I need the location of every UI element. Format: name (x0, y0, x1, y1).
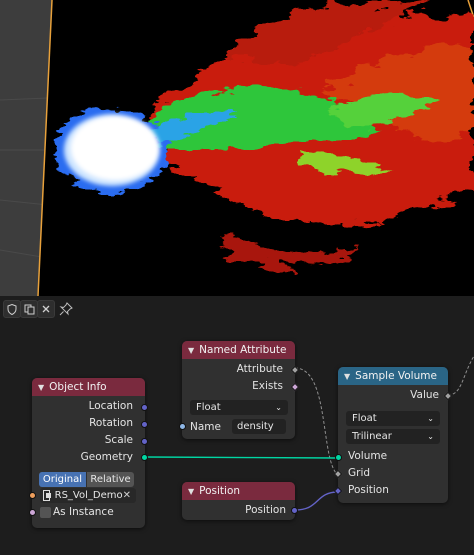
output-position-label: Position (245, 504, 286, 516)
dropdown-value: Trilinear (352, 431, 392, 442)
volume-render (0, 0, 474, 296)
node-title: Named Attribute (199, 344, 287, 356)
output-exists-label: Exists (252, 380, 283, 392)
dropdown-value: Float (196, 402, 221, 413)
node-header[interactable]: ▼ Sample Volume (338, 367, 448, 385)
object-field[interactable]: RS_Vol_Demo ✕ (40, 488, 136, 503)
position-node[interactable]: ▼ Position Position (182, 482, 298, 520)
data-type-dropdown[interactable]: Float ⌄ (190, 400, 288, 415)
geometry-node-editor[interactable]: ▼ Named Attribute Attribute Exists Float… (0, 296, 474, 555)
chevron-down-icon: ⌄ (427, 414, 434, 423)
input-position-label: Position (348, 484, 389, 496)
geometry-socket[interactable] (141, 454, 148, 461)
sample-volume-node[interactable]: ▼ Sample Volume Value Float ⌄ Trilinear … (333, 367, 453, 503)
link-attribute-grid (294, 367, 339, 476)
data-type-dropdown[interactable]: Float ⌄ (346, 411, 440, 426)
scale-socket[interactable] (141, 438, 148, 445)
chevron-down-icon[interactable]: ▼ (188, 346, 194, 355)
output-value-label: Value (410, 389, 439, 401)
output-attribute-label: Attribute (236, 363, 283, 375)
chevron-down-icon[interactable]: ▼ (38, 383, 44, 392)
original-toggle[interactable]: Original (39, 472, 86, 487)
object-icon (43, 490, 51, 501)
node-header[interactable]: ▼ Named Attribute (182, 341, 295, 359)
named-attribute-node[interactable]: ▼ Named Attribute Attribute Exists Float… (179, 341, 300, 439)
object-socket[interactable] (29, 492, 36, 499)
location-socket[interactable] (141, 404, 148, 411)
clear-icon[interactable]: ✕ (123, 490, 131, 501)
output-geometry-label: Geometry (80, 451, 133, 463)
node-header[interactable]: ▼ Object Info (32, 378, 145, 396)
object-name: RS_Vol_Demo (54, 490, 123, 501)
position-output-socket[interactable] (291, 507, 298, 514)
link-position-position (294, 491, 339, 511)
output-scale-label: Scale (104, 434, 133, 446)
link-geometry-volume (144, 456, 339, 459)
node-title: Object Info (49, 381, 107, 393)
relative-toggle[interactable]: Relative (87, 472, 134, 487)
name-label: Name (190, 421, 221, 433)
chevron-down-icon[interactable]: ▼ (188, 487, 194, 496)
node-title: Position (199, 485, 241, 497)
3d-viewport[interactable] (0, 0, 474, 296)
input-volume-label: Volume (348, 450, 388, 462)
chevron-down-icon: ⌄ (275, 403, 282, 412)
node-header[interactable]: ▼ Position (182, 482, 295, 500)
node-title: Sample Volume (355, 370, 437, 382)
as-instance-label: As Instance (53, 506, 114, 518)
output-rotation-label: Rotation (89, 417, 133, 429)
volume-socket[interactable] (335, 454, 342, 461)
interpolation-dropdown[interactable]: Trilinear ⌄ (346, 429, 440, 444)
output-location-label: Location (88, 400, 133, 412)
rotation-socket[interactable] (141, 421, 148, 428)
dropdown-value: Float (352, 413, 377, 424)
chevron-down-icon[interactable]: ▼ (344, 372, 350, 381)
object-info-node[interactable]: ▼ Object Info Location Rotation Scale Ge… (29, 378, 148, 528)
link-value-out (447, 355, 474, 396)
name-socket[interactable] (179, 423, 186, 430)
name-field[interactable]: density (232, 419, 286, 434)
as-instance-socket[interactable] (29, 509, 36, 516)
chevron-down-icon: ⌄ (427, 432, 434, 441)
input-grid-label: Grid (348, 467, 371, 479)
as-instance-checkbox[interactable] (40, 507, 51, 518)
